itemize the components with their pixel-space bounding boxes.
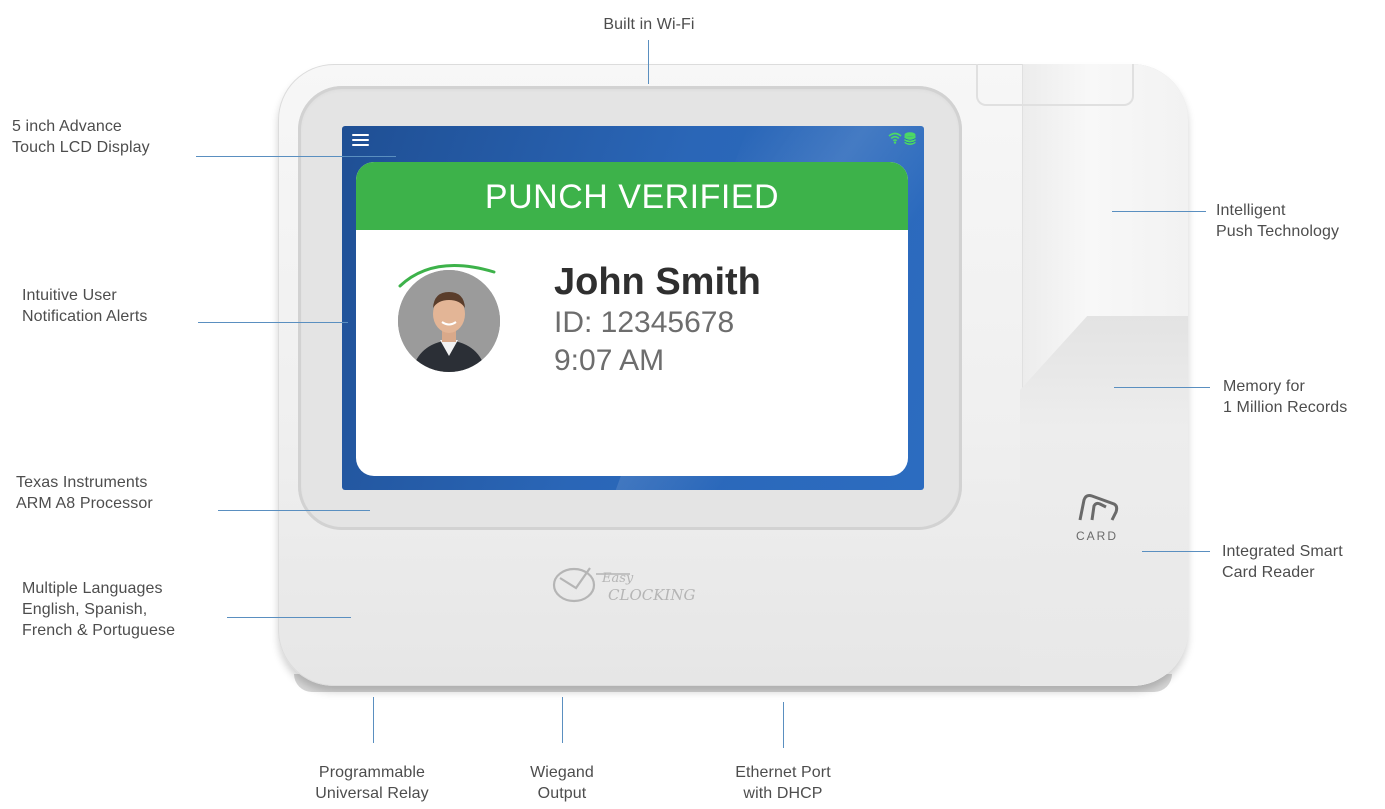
smart-card-reader-mark: CARD — [1074, 492, 1120, 543]
easy-clocking-logo: Easy CLOCKING — [552, 567, 695, 604]
avatar — [398, 270, 500, 372]
leader-line-memory — [1114, 387, 1210, 388]
label-smartcard: Integrated Smart Card Reader — [1222, 543, 1343, 581]
card-label: CARD — [1075, 529, 1118, 543]
leader-line-ethernet — [783, 702, 784, 748]
label-wiegand: Wiegand Output — [530, 764, 594, 802]
punch-status-header: PUNCH VERIFIED — [356, 162, 908, 230]
leader-line-wifi — [648, 40, 649, 84]
wifi-icon — [888, 132, 902, 144]
leader-line-alerts — [198, 322, 348, 323]
status-bar — [342, 126, 924, 154]
label-memory: Memory for 1 Million Records — [1223, 378, 1348, 416]
database-icon — [904, 132, 916, 145]
user-info: John Smith ID: 12345678 9:07 AM — [554, 260, 761, 380]
card-reader-icon — [1078, 494, 1119, 521]
user-name: John Smith — [554, 261, 761, 303]
leader-line-smartcard — [1142, 551, 1210, 552]
label-languages: Multiple Languages English, Spanish, Fre… — [22, 580, 176, 639]
user-avatar-wrap — [394, 252, 504, 384]
leader-line-processor — [218, 510, 370, 511]
time-clock-device: PUNCH VERIFIED John Smith ID: 12345678 9… — [278, 64, 1188, 692]
leader-line-push — [1112, 211, 1206, 212]
svg-text:CLOCKING: CLOCKING — [608, 586, 695, 604]
label-push: Intelligent Push Technology — [1216, 202, 1340, 240]
punch-time: 9:07 AM — [554, 344, 665, 377]
label-processor: Texas Instruments ARM A8 Processor — [16, 474, 153, 512]
label-relay: Programmable Universal Relay — [315, 764, 429, 802]
user-id: ID: 12345678 — [554, 306, 735, 339]
leader-line-wiegand — [562, 697, 563, 743]
leader-line-display — [196, 156, 396, 157]
leader-line-languages — [227, 617, 351, 618]
svg-text:Easy: Easy — [601, 571, 634, 586]
label-ethernet: Ethernet Port with DHCP — [735, 764, 831, 802]
label-wifi: Built in Wi-Fi — [603, 16, 695, 33]
top-notch — [976, 64, 1134, 106]
menu-icon[interactable] — [352, 134, 369, 146]
leader-line-relay — [373, 697, 374, 743]
touch-display[interactable]: PUNCH VERIFIED John Smith ID: 12345678 9… — [342, 126, 924, 490]
person-photo-icon — [398, 270, 500, 372]
label-display: 5 inch Advance Touch LCD Display — [12, 118, 150, 156]
punch-verified-card: PUNCH VERIFIED John Smith ID: 12345678 9… — [356, 162, 908, 476]
label-alerts: Intuitive User Notification Alerts — [22, 287, 148, 325]
